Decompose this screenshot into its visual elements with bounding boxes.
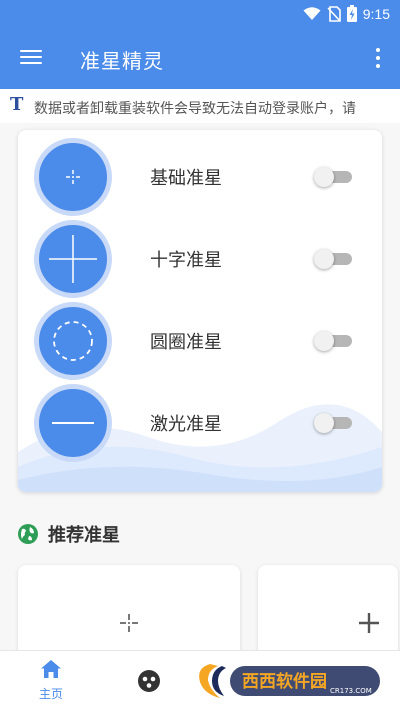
- crosshair-card: 基础准星 十字准星 圆圈准星 激光准星: [18, 130, 382, 492]
- recommended-title: 推荐准星: [48, 525, 120, 546]
- crosshair-toggle[interactable]: [314, 249, 354, 269]
- crosshair-toggle[interactable]: [314, 413, 354, 433]
- community-icon: [138, 670, 160, 692]
- crosshair-label: 激光准星: [150, 414, 222, 435]
- notice-text: 数据或者卸载重装软件会导致无法自动登录账户，请: [34, 101, 356, 117]
- site-watermark-logo: 西西软件园 CR173.COM: [199, 664, 380, 698]
- plus-crosshair-icon: [359, 613, 379, 633]
- crosshair-row-cross[interactable]: 十字准星: [18, 218, 382, 300]
- crosshair-row-circle[interactable]: 圆圈准星: [18, 300, 382, 382]
- crosshair-label: 十字准星: [150, 250, 222, 271]
- menu-icon[interactable]: [20, 46, 44, 70]
- home-icon: [41, 660, 61, 678]
- app-title: 准星精灵: [80, 49, 164, 73]
- watermark-text: 西西软件园: [242, 671, 327, 692]
- nav-community[interactable]: [136, 669, 162, 697]
- watermark-sub: CR173.COM: [330, 687, 372, 695]
- app-bar: 准星精灵: [0, 28, 400, 89]
- dot-crosshair-icon: [120, 614, 138, 632]
- laser-crosshair-icon: [34, 384, 112, 462]
- crosshair-toggle[interactable]: [314, 167, 354, 187]
- nav-home[interactable]: 主页: [28, 659, 74, 702]
- clock: 9:15: [362, 5, 390, 22]
- battery-charging-icon: [346, 5, 357, 22]
- crosshair-row-laser[interactable]: 激光准星: [18, 382, 382, 464]
- crosshair-toggle[interactable]: [314, 331, 354, 351]
- status-bar: 9:15: [0, 0, 400, 28]
- dot-crosshair-icon: [34, 138, 112, 216]
- more-options-icon[interactable]: [374, 46, 382, 70]
- wifi-icon: [303, 6, 321, 20]
- notice-marquee: T 数据或者卸载重装软件会导致无法自动登录账户，请: [0, 89, 400, 123]
- recommended-header: 推荐准星: [18, 520, 120, 548]
- cross-crosshair-icon: [34, 220, 112, 298]
- crosshair-label: 基础准星: [150, 168, 222, 189]
- nav-home-label: 主页: [38, 687, 63, 701]
- circle-crosshair-icon: [34, 302, 112, 380]
- notice-icon: T: [10, 94, 24, 115]
- no-sim-icon: [327, 5, 341, 22]
- crosshair-label: 圆圈准星: [150, 332, 222, 353]
- globe-icon: [18, 524, 38, 544]
- crosshair-row-basic[interactable]: 基础准星: [18, 136, 382, 218]
